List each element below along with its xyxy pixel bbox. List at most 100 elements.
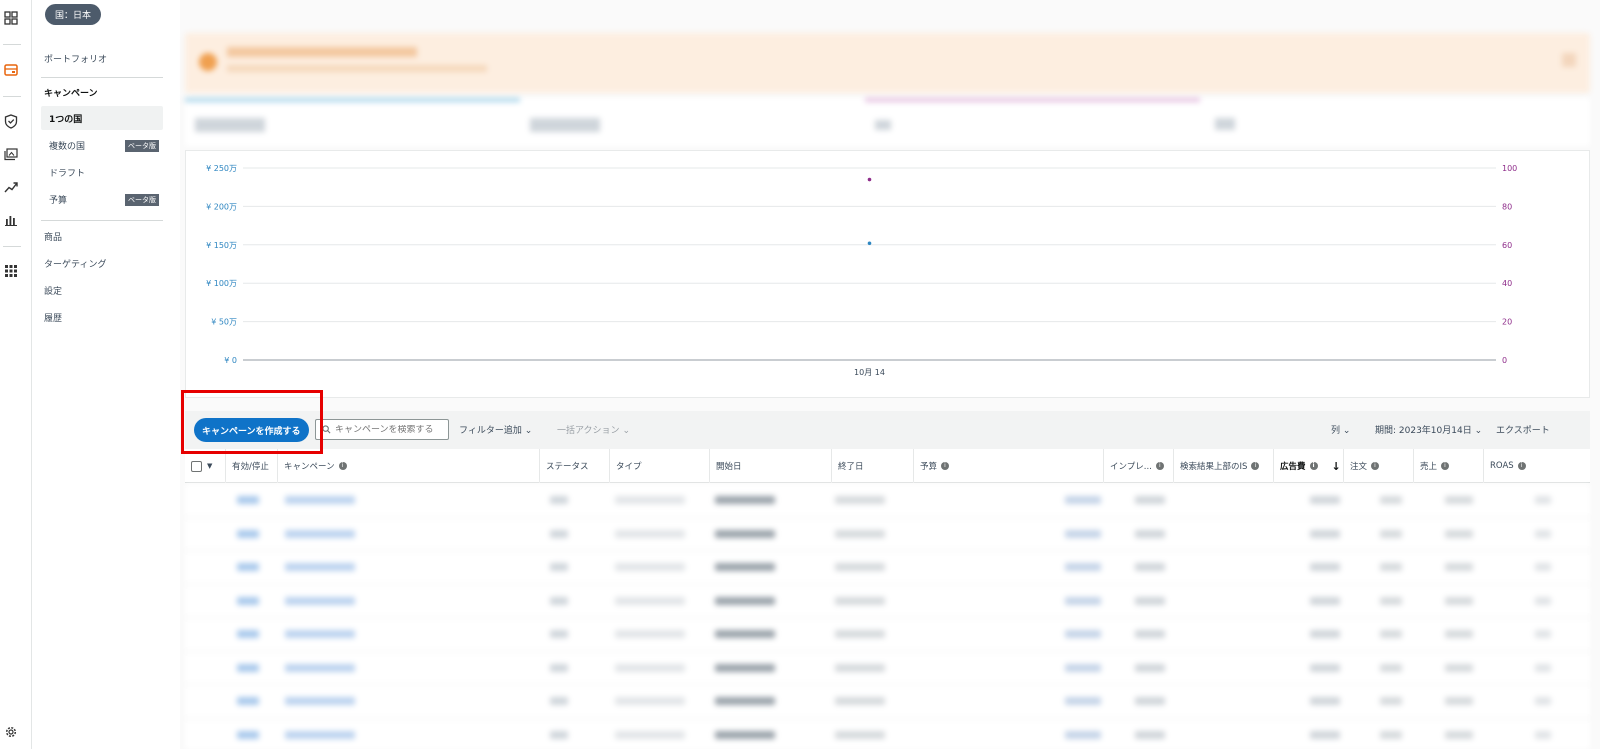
table-cell bbox=[835, 730, 885, 739]
country-selector[interactable]: 国：日本 bbox=[45, 4, 102, 25]
left-axis-tick-label: ¥ 250万 bbox=[206, 164, 237, 173]
table-row[interactable] bbox=[185, 685, 1590, 719]
table-cell bbox=[1445, 730, 1473, 739]
col-start-date-label: 開始日 bbox=[716, 462, 742, 472]
col-status[interactable]: ステータス bbox=[539, 449, 609, 483]
info-icon[interactable]: i bbox=[1251, 462, 1260, 470]
bulk-action-dropdown[interactable]: 一括アクション ⌄ bbox=[557, 423, 630, 436]
nav-single-country[interactable]: 1つの国 bbox=[41, 106, 163, 130]
export-button[interactable]: エクスポート bbox=[1496, 423, 1550, 436]
search-input[interactable] bbox=[335, 424, 445, 435]
table-cell bbox=[1445, 563, 1473, 571]
table-row[interactable] bbox=[185, 618, 1590, 652]
table-cell bbox=[550, 563, 568, 571]
table-cell bbox=[1310, 663, 1340, 672]
table-cell bbox=[1445, 596, 1473, 605]
col-status-label: ステータス bbox=[546, 462, 589, 472]
bar-chart-icon[interactable] bbox=[3, 212, 19, 228]
table-cell bbox=[1065, 730, 1101, 739]
table-cell bbox=[1135, 529, 1165, 538]
table-cell bbox=[1535, 697, 1551, 705]
apps-grid-icon[interactable] bbox=[3, 263, 19, 279]
select-all[interactable]: ▼ bbox=[185, 449, 225, 483]
chevron-down-icon: ⌄ bbox=[1474, 426, 1483, 436]
col-budget[interactable]: 予算 i bbox=[913, 449, 1103, 483]
sort-desc-icon[interactable]: ↓ bbox=[1332, 460, 1341, 473]
table-cell bbox=[550, 630, 568, 638]
shield-icon[interactable] bbox=[3, 113, 19, 129]
table-cell bbox=[615, 596, 685, 605]
chart-canvas: ¥ 250万 100 ¥ 200万 80 ¥ 150万 60 ¥ 100万 40 ¥ 50万 20… bbox=[206, 164, 1517, 377]
info-icon[interactable]: i bbox=[1517, 462, 1526, 470]
col-start-date[interactable]: 開始日 bbox=[709, 449, 831, 483]
table-row[interactable] bbox=[185, 518, 1590, 551]
col-roas[interactable]: ROAS i bbox=[1483, 449, 1551, 483]
col-ad-spend[interactable]: 広告費 i ↓ bbox=[1273, 449, 1343, 483]
col-impressions[interactable]: インプレ... i bbox=[1103, 449, 1173, 483]
table-cell bbox=[1065, 697, 1101, 705]
nav-divider bbox=[41, 77, 163, 78]
table-row[interactable] bbox=[185, 652, 1590, 685]
nav-budget[interactable]: 予算 ベータ版 bbox=[41, 187, 163, 211]
table-cell bbox=[1535, 563, 1551, 571]
right-axis-tick-label: 60 bbox=[1502, 241, 1512, 250]
nav-settings[interactable]: 設定 bbox=[44, 284, 62, 297]
table-cell bbox=[285, 529, 355, 538]
table-cell bbox=[835, 663, 885, 672]
table-cell bbox=[237, 697, 259, 705]
info-icon[interactable]: i bbox=[941, 462, 950, 470]
table-cell bbox=[1535, 663, 1551, 672]
nav-campaign-header[interactable]: キャンペーン bbox=[44, 86, 98, 99]
period-dropdown[interactable]: 期間: 2023年10月14日 ⌄ bbox=[1375, 423, 1482, 436]
info-icon[interactable]: i bbox=[1441, 462, 1450, 470]
table-cell bbox=[615, 663, 685, 672]
nav-single-country-label: 1つの国 bbox=[49, 114, 83, 125]
gear-icon[interactable] bbox=[3, 724, 19, 740]
col-sales[interactable]: 売上 i bbox=[1413, 449, 1483, 483]
campaign-manager-icon[interactable] bbox=[3, 62, 19, 78]
nav-products[interactable]: 商品 bbox=[44, 230, 62, 243]
table-row[interactable] bbox=[185, 585, 1590, 618]
info-icon[interactable]: i bbox=[1371, 462, 1380, 470]
table-row[interactable] bbox=[185, 551, 1590, 585]
nav-drafts[interactable]: ドラフト bbox=[41, 160, 163, 184]
col-enabled-label: 有効/停止 bbox=[232, 462, 269, 472]
select-all-checkbox[interactable] bbox=[191, 460, 202, 472]
table-cell bbox=[715, 563, 775, 571]
campaign-search[interactable] bbox=[315, 419, 449, 440]
nav-history[interactable]: 履歴 bbox=[44, 311, 62, 324]
col-top-of-search-is[interactable]: 検索結果上部のIS i bbox=[1173, 449, 1273, 483]
table-cell bbox=[1380, 596, 1402, 605]
table-row[interactable] bbox=[185, 484, 1590, 518]
nav-portfolio[interactable]: ポートフォリオ bbox=[44, 52, 107, 65]
info-icon[interactable]: i bbox=[338, 462, 347, 470]
media-icon[interactable] bbox=[3, 146, 19, 162]
table-row[interactable] bbox=[185, 719, 1590, 749]
table-cell bbox=[1310, 563, 1340, 571]
table-cell bbox=[285, 563, 355, 571]
info-icon[interactable]: i bbox=[1155, 462, 1164, 470]
table-cell bbox=[550, 730, 568, 739]
nav-multi-country-label: 複数の国 bbox=[49, 141, 86, 152]
table-cell bbox=[1310, 529, 1340, 538]
table-cell bbox=[715, 663, 775, 672]
info-icon[interactable]: i bbox=[1309, 462, 1318, 470]
caret-down-icon[interactable]: ▼ bbox=[207, 462, 212, 470]
nav-multi-country[interactable]: 複数の国 ベータ版 bbox=[41, 133, 163, 157]
col-sales-label: 売上 bbox=[1420, 462, 1438, 472]
table-cell bbox=[1380, 563, 1402, 571]
table-cell bbox=[237, 596, 259, 605]
metric-cards bbox=[185, 98, 1590, 146]
columns-dropdown[interactable]: 列 ⌄ bbox=[1331, 423, 1350, 436]
col-campaign[interactable]: キャンペーン i bbox=[277, 449, 539, 483]
right-axis-tick-label: 100 bbox=[1502, 164, 1517, 173]
notice-banner bbox=[185, 33, 1590, 93]
dashboard-icon[interactable] bbox=[3, 10, 19, 26]
trend-icon[interactable] bbox=[3, 179, 19, 195]
col-end-date[interactable]: 終了日 bbox=[831, 449, 913, 483]
col-orders[interactable]: 注文 i bbox=[1343, 449, 1413, 483]
nav-targeting[interactable]: ターゲティング bbox=[44, 257, 106, 270]
col-enabled[interactable]: 有効/停止 bbox=[225, 449, 277, 483]
col-type[interactable]: タイプ bbox=[609, 449, 709, 483]
add-filter-dropdown[interactable]: フィルター追加 ⌄ bbox=[459, 423, 532, 436]
